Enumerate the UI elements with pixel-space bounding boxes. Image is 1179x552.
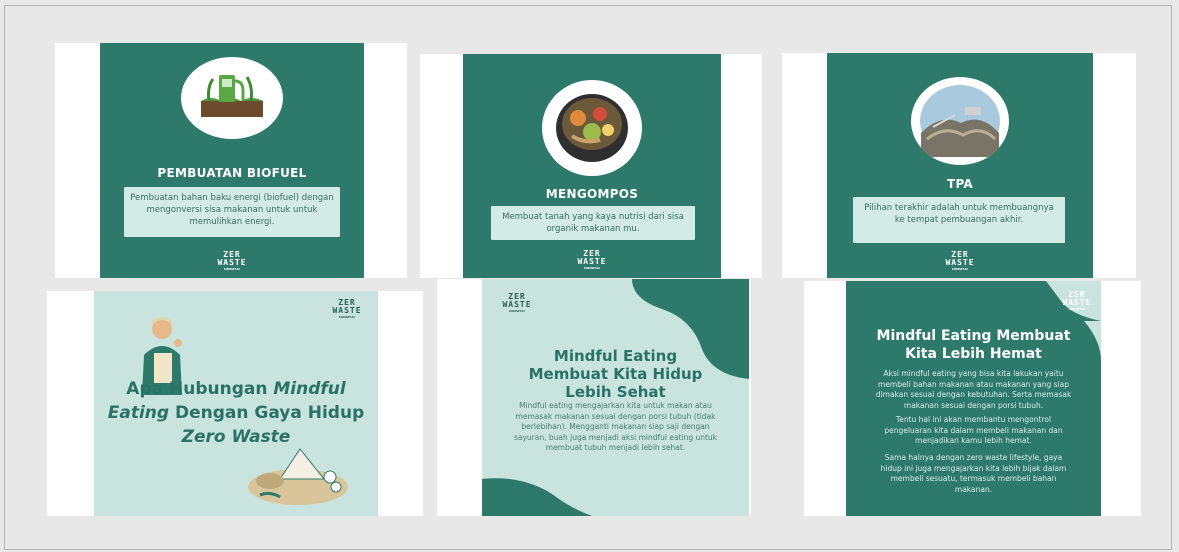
card-apa-hubungan-panel: ZER WASTE INDONESIA Apa Hubungan Mindful… [94, 291, 378, 516]
card6-body1: Aksi mindful eating yang bisa kita lakuk… [875, 369, 1072, 410]
zero-waste-logo: ZER WASTE INDONESIA [498, 293, 536, 314]
card-lebih-sehat-panel: ZER WASTE INDONESIA Mindful Eating Membu… [482, 279, 749, 516]
zero-waste-logo: ZER WASTE INDONESIA [573, 250, 611, 271]
card6-title: Mindful Eating Membuat Kita Lebih Hemat [876, 328, 1071, 362]
logo-line2: WASTE [332, 306, 362, 315]
card-lebih-hemat: ZER WASTE INDONESIA Mindful Eating Membu… [804, 281, 1141, 516]
gallery-frame: PEMBUATAN BIOFUEL Pembuatan bahan baku e… [4, 5, 1172, 550]
logo-tagline: INDONESIA [583, 266, 601, 270]
card-tpa-panel: TPA Pilihan terakhir adalah untuk membua… [827, 53, 1093, 278]
logo-line2: WASTE [577, 257, 607, 266]
card-lebih-hemat-panel: ZER WASTE INDONESIA Mindful Eating Membu… [846, 281, 1101, 516]
card-description: Pilihan terakhir adalah untuk membuangny… [853, 197, 1065, 243]
card-description: Pembuatan bahan baku energi (biofuel) de… [124, 187, 340, 237]
logo-line2: WASTE [502, 300, 532, 309]
card-lebih-sehat: ZER WASTE INDONESIA Mindful Eating Membu… [437, 279, 751, 516]
logo-tagline: INDONESIA [951, 267, 969, 271]
card-apa-hubungan: ZER WASTE INDONESIA Apa Hubungan Mindful… [47, 291, 423, 516]
logo-line2: WASTE [945, 258, 975, 267]
compost-bin-photo-icon [542, 80, 642, 176]
zero-waste-logo: ZER WASTE INDONESIA [328, 299, 366, 320]
card6-body2: Tentu hal ini akan membantu mengontrol p… [884, 415, 1063, 445]
logo-tagline: INDONESIA [1068, 307, 1086, 311]
food-plate-illustration-icon [248, 448, 348, 505]
card-biofuel: PEMBUATAN BIOFUEL Pembuatan bahan baku e… [55, 43, 407, 278]
title-part2: Dengan Gaya Hidup [169, 403, 365, 423]
logo-tagline: INDONESIA [508, 309, 526, 313]
card-biofuel-panel: PEMBUATAN BIOFUEL Pembuatan bahan baku e… [100, 43, 364, 278]
zero-waste-logo: ZER WASTE INDONESIA [941, 251, 979, 272]
title-part1: Apa Hubungan [126, 379, 274, 399]
card-heading: TPA [946, 177, 974, 191]
landfill-photo-icon [911, 77, 1009, 165]
card-heading: MENGOMPOS [545, 187, 639, 201]
logo-line2: WASTE [217, 258, 247, 267]
card-heading: PEMBUATAN BIOFUEL [157, 166, 307, 180]
card5-title: Mindful Eating Membuat Kita Hidup Lebih … [528, 347, 703, 401]
zero-waste-logo: ZER WASTE INDONESIA [213, 251, 251, 272]
card-description: Membuat tanah yang kaya nutrisi dari sis… [491, 206, 695, 240]
logo-tagline: INDONESIA [223, 267, 241, 271]
card-mengompos: MENGOMPOS Membuat tanah yang kaya nutris… [420, 54, 762, 278]
card5-body: Mindful eating mengajarkan kita untuk ma… [513, 401, 718, 452]
card-tpa: TPA Pilihan terakhir adalah untuk membua… [782, 53, 1136, 278]
card-mengompos-panel: MENGOMPOS Membuat tanah yang kaya nutris… [463, 54, 721, 278]
card6-body3: Sama halnya dengan zero waste lifestyle,… [880, 453, 1067, 494]
zero-waste-logo: ZER WASTE INDONESIA [1058, 291, 1096, 312]
biofuel-illustration-icon [181, 57, 283, 139]
logo-line2: WASTE [1062, 298, 1092, 307]
logo-tagline: INDONESIA [338, 315, 356, 319]
